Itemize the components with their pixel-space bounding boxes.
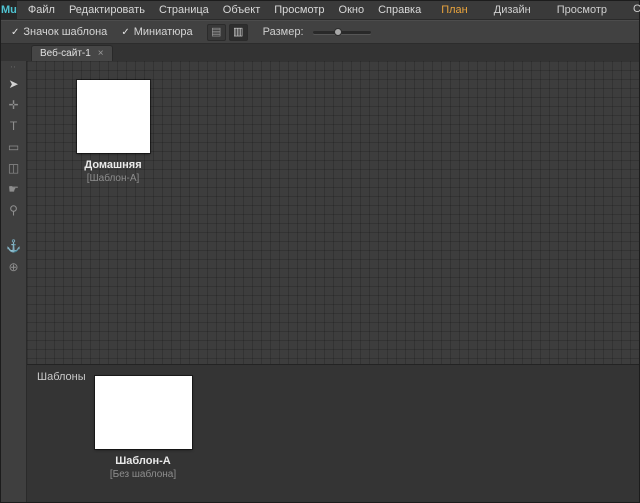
options-toolbar: ✓ Значок шаблона ✓ Миниатюра ▤ ▥ Размер: [1, 20, 639, 44]
close-icon[interactable]: × [98, 49, 104, 59]
mode-publish-label: Опубликовать [633, 3, 640, 15]
mode-publish[interactable]: Опубликовать▾ [620, 0, 640, 20]
mode-plan[interactable]: План [428, 1, 481, 19]
hand-tool-icon[interactable]: ☛ [5, 182, 23, 197]
menu-view[interactable]: Просмотр [267, 1, 331, 19]
pin-tool-icon[interactable]: ⊕ [5, 260, 23, 275]
menu-object[interactable]: Объект [216, 1, 267, 19]
menu-window[interactable]: Окно [332, 1, 372, 19]
menu-page[interactable]: Страница [152, 1, 216, 19]
plan-canvas: Домашняя [Шаблон-А] Шаблоны Шаблон-А [Бе… [27, 61, 639, 502]
page-thumbnail[interactable] [77, 80, 150, 153]
size-label: Размер: [263, 26, 304, 38]
thumbnail-label[interactable]: Миниатюра [134, 26, 193, 38]
crop-tool-icon[interactable]: ✛ [5, 98, 23, 113]
template-thumbnail[interactable] [95, 376, 192, 449]
page-item-home[interactable]: Домашняя [Шаблон-А] [51, 80, 175, 184]
templates-section: Шаблоны Шаблон-А [Без шаблона] [27, 364, 639, 502]
main-area: ∙∙ ➤ ✛ T ▭ ◫ ☛ ⚲ ⚓ ⊕ Домашняя [Шаблон-А]… [1, 61, 639, 502]
tab-label: Веб-сайт-1 [40, 48, 91, 59]
anchor-tool-icon[interactable]: ⚓ [5, 239, 23, 254]
template-item-a[interactable]: Шаблон-А [Без шаблона] [63, 376, 223, 480]
text-tool-icon[interactable]: T [5, 119, 23, 134]
mode-switcher: План Дизайн Просмотр Опубликовать▾ [428, 0, 640, 20]
menu-edit[interactable]: Редактировать [62, 1, 152, 19]
menu-list: Файл Редактировать Страница Объект Просм… [21, 1, 428, 19]
menu-file[interactable]: Файл [21, 1, 62, 19]
selection-tool-icon[interactable]: ➤ [5, 77, 23, 92]
menubar: Mu Файл Редактировать Страница Объект Пр… [1, 1, 639, 20]
size-slider[interactable] [313, 31, 371, 34]
panel-grip-icon[interactable]: ∙∙ [10, 64, 16, 71]
app-logo: Mu [1, 1, 17, 19]
document-tabbar: Веб-сайт-1 × [1, 44, 639, 61]
page-template-label: [Шаблон-А] [87, 173, 140, 184]
horizontal-layout-button[interactable]: ▤ [207, 24, 226, 41]
template-icon-checkbox[interactable]: ✓ [11, 27, 19, 38]
template-subtitle: [Без шаблона] [110, 469, 176, 480]
page-title[interactable]: Домашняя [84, 159, 141, 171]
size-slider-thumb[interactable] [334, 28, 342, 36]
muse-window: Mu Файл Редактировать Страница Объект Пр… [0, 0, 640, 503]
sitemap-grid-area[interactable]: Домашняя [Шаблон-А] [27, 61, 639, 364]
vertical-layout-button[interactable]: ▥ [229, 24, 248, 41]
menu-help[interactable]: Справка [371, 1, 428, 19]
mode-design[interactable]: Дизайн [481, 1, 544, 19]
template-icon-label[interactable]: Значок шаблона [23, 26, 107, 38]
mode-preview[interactable]: Просмотр [544, 1, 620, 19]
zoom-tool-icon[interactable]: ⚲ [5, 203, 23, 218]
template-title[interactable]: Шаблон-А [115, 455, 171, 467]
tab-website-1[interactable]: Веб-сайт-1 × [31, 45, 113, 61]
tool-panel: ∙∙ ➤ ✛ T ▭ ◫ ☛ ⚲ ⚓ ⊕ [1, 61, 27, 502]
rectangle-tool-icon[interactable]: ▭ [5, 140, 23, 155]
image-frame-tool-icon[interactable]: ◫ [5, 161, 23, 176]
thumbnail-checkbox[interactable]: ✓ [121, 27, 129, 38]
